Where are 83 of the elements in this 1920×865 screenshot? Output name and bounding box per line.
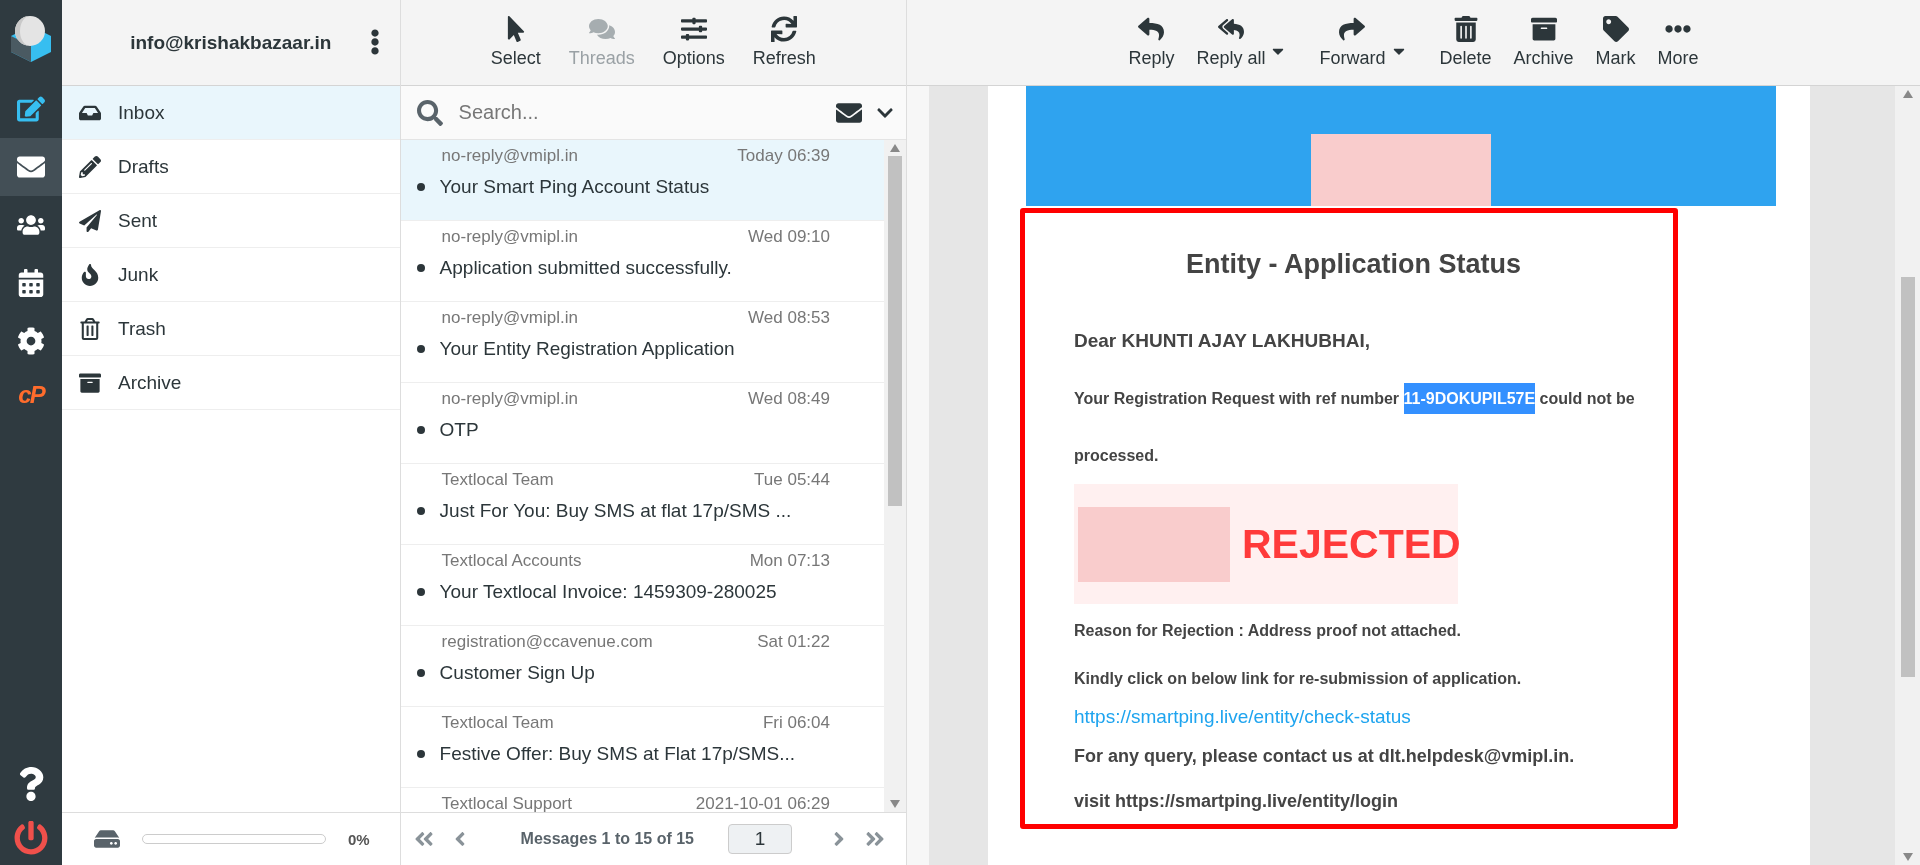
- folder-label: Drafts: [118, 155, 169, 178]
- message-sender: no-reply@vmipl.in: [441, 146, 578, 166]
- scrollbar[interactable]: [1895, 86, 1920, 865]
- compose-icon: [17, 95, 45, 123]
- message-sender: Textlocal Accounts: [441, 551, 582, 571]
- nav-item[interactable]: [0, 138, 62, 196]
- message-row[interactable]: no-reply@vmipl.in Today 06:39 Your Smart Ping Account Status: [400, 140, 884, 221]
- message-date: Fri 06:04: [762, 713, 830, 733]
- message-date: Tue 05:44: [754, 470, 830, 490]
- scrollbar[interactable]: [884, 140, 906, 812]
- message-count: Messages 1 to 15 of 15: [520, 830, 694, 848]
- message-sender: Textlocal Team: [441, 470, 554, 490]
- folder-label: Trash: [118, 317, 166, 340]
- message-subject: Customer Sign Up: [439, 662, 595, 684]
- settings-icon: [17, 327, 45, 355]
- message-date: Sat 01:22: [757, 632, 830, 652]
- message-subject: Your Entity Registration Application: [439, 338, 735, 360]
- message-subject: Festive Offer: Buy SMS at Flat 17p/SMS...: [439, 743, 796, 765]
- message-sender: no-reply@vmipl.in: [441, 227, 578, 247]
- message-subject: Your Smart Ping Account Status: [439, 176, 710, 198]
- folder-label: Sent: [118, 209, 158, 232]
- options-button[interactable]: Options: [658, 12, 729, 73]
- reply-button[interactable]: Reply: [1124, 12, 1179, 73]
- more-button[interactable]: More: [1653, 12, 1703, 73]
- contact-text: For any query, please contact us at dlt.helpdesk@vmipl.in.: [1074, 746, 1576, 767]
- scroll-down-icon[interactable]: [890, 800, 900, 808]
- power-icon: [14, 821, 48, 855]
- search-bar[interactable]: Search...: [400, 86, 906, 140]
- search-field[interactable]: Search...: [456, 100, 822, 125]
- select-button[interactable]: Select: [486, 12, 545, 73]
- cpanel-logo[interactable]: cP: [18, 370, 44, 420]
- pencil-icon: [76, 155, 104, 178]
- message-sender: Textlocal Team: [441, 713, 554, 733]
- message-date: Wed 08:49: [748, 389, 830, 409]
- scroll-up-icon[interactable]: [890, 144, 900, 152]
- mark-button[interactable]: Mark: [1591, 12, 1640, 73]
- message-date: 2021-10-01 06:29: [695, 794, 830, 812]
- message-date: Wed 09:10: [748, 227, 830, 247]
- reply-all-icon: [1217, 16, 1244, 42]
- message-subject: Application submitted successfully.: [439, 257, 732, 279]
- scroll-up-icon[interactable]: [1902, 90, 1913, 98]
- quota-reading: 0%: [347, 830, 370, 848]
- tag-icon: [1602, 16, 1629, 42]
- message-date: Wed 08:53: [748, 308, 830, 328]
- folder-label: Junk: [118, 263, 159, 286]
- forward-button[interactable]: Forward: [1315, 12, 1390, 73]
- archive-box-icon: [1530, 16, 1557, 42]
- reply-icon: [1138, 16, 1165, 42]
- message-subject: Just For You: Buy SMS at flat 17p/SMS ...: [439, 500, 792, 522]
- message-subject: OTP: [439, 419, 479, 441]
- email-greeting: Dear KHUNTI AJAY LAKHUBHAI,: [1074, 330, 1371, 352]
- trash-icon: [1452, 16, 1479, 42]
- reply-all-button[interactable]: Reply all: [1192, 12, 1270, 73]
- message-sender: registration@ccavenue.com: [441, 632, 653, 652]
- search-icon: [416, 99, 443, 126]
- page-field[interactable]: 1: [728, 824, 792, 854]
- speech-bubbles-icon: [588, 16, 615, 42]
- message-sender: no-reply@vmipl.in: [441, 389, 578, 409]
- refresh-button[interactable]: Refresh: [748, 12, 820, 73]
- sliders-icon: [680, 16, 707, 42]
- folder-item[interactable]: Inbox: [62, 86, 400, 140]
- folder-label: Archive: [118, 371, 182, 394]
- refresh-icon: [771, 16, 798, 42]
- rejection-reason: Reason for Rejection : Address proof not attached.: [1074, 622, 1462, 640]
- message-sender: no-reply@vmipl.in: [441, 308, 578, 328]
- visit-text: visit https://smartping.live/entity/login: [1074, 791, 1400, 812]
- scroll-down-icon[interactable]: [1902, 853, 1913, 861]
- paper-plane-icon: [76, 209, 104, 232]
- message-sender: Textlocal Support: [441, 794, 572, 812]
- account-email: info@krishakbazaar.in: [130, 31, 332, 54]
- archive-box-icon: [76, 371, 104, 394]
- message-date: Today 06:39: [737, 146, 830, 166]
- message-subject: Your Textlocal Invoice: 1459309-280025: [439, 581, 777, 603]
- status-text: REJECTED: [1242, 520, 1461, 568]
- message-date: Mon 07:13: [749, 551, 830, 571]
- delete-button[interactable]: Delete: [1435, 12, 1496, 73]
- email-title: Entity - Application Status: [1185, 249, 1522, 280]
- calendar-icon: [17, 269, 45, 297]
- archive-button[interactable]: Archive: [1509, 12, 1578, 73]
- folder-label: Inbox: [118, 101, 165, 124]
- email-instruction: Kindly click on below link for re-submission of application.: [1074, 670, 1523, 688]
- email-paragraph: Your Registration Request with ref number 11-9DOKUPIL57E could not be processed.: [1074, 370, 1673, 484]
- forward-icon: [1339, 16, 1366, 42]
